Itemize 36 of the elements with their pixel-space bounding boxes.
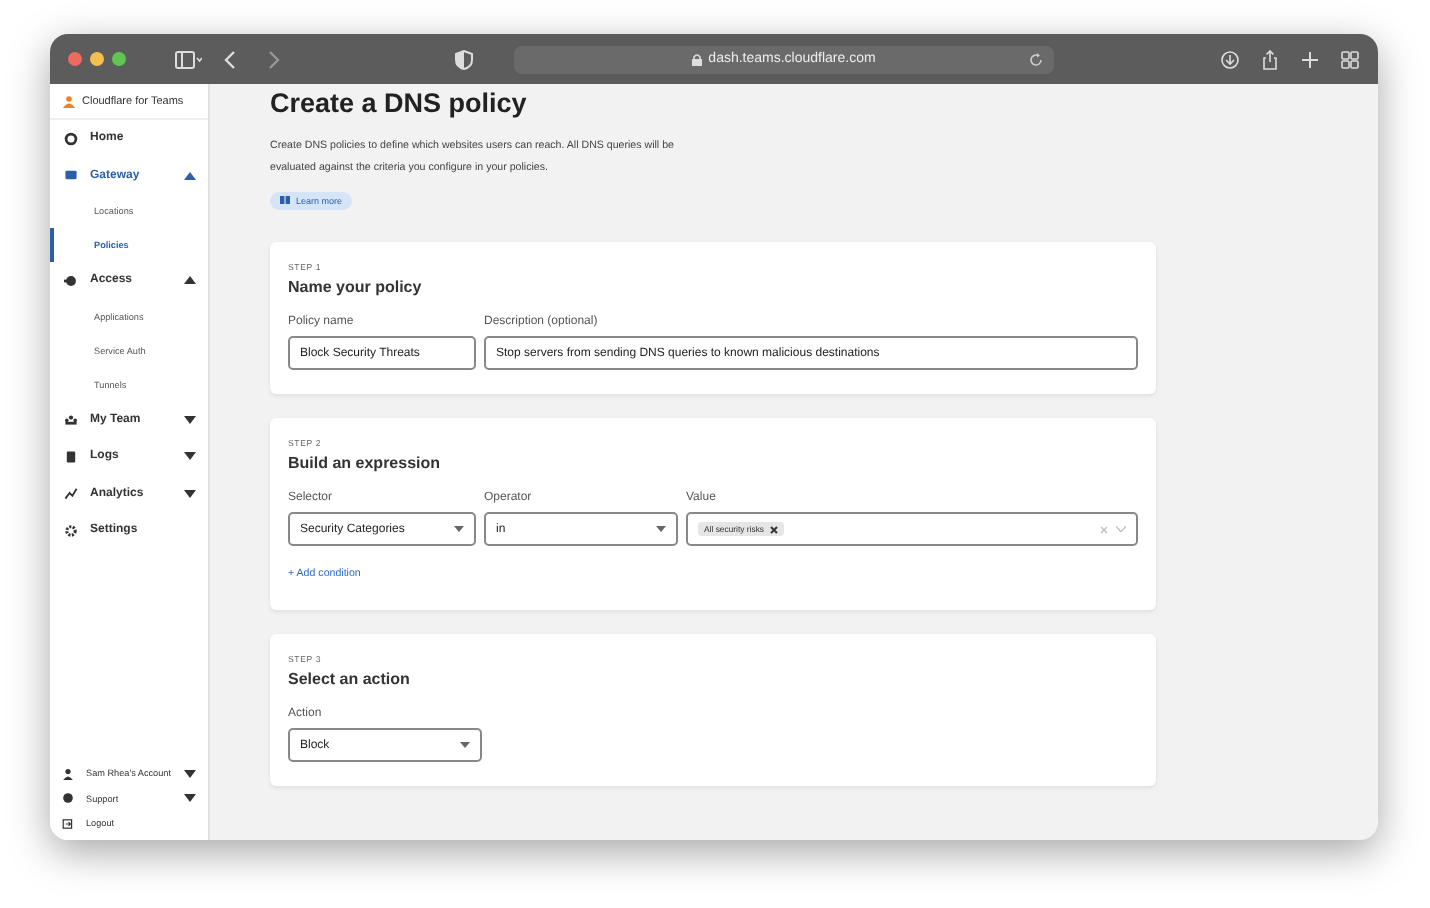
lock-icon [692,53,703,65]
reload-icon[interactable] [1028,51,1044,67]
share-icon[interactable] [1260,49,1280,69]
caret-icon[interactable] [184,276,196,285]
team-icon [64,412,78,427]
caret-icon[interactable] [184,489,196,498]
book-icon [280,196,290,204]
caret-icon [454,526,464,532]
logout-icon [62,817,74,830]
caret-icon [656,526,666,532]
settings-icon [64,523,78,538]
minimize-icon[interactable] [90,52,104,66]
home-icon [64,131,78,146]
shield-icon[interactable] [454,49,474,69]
tabs-icon[interactable] [1340,49,1360,69]
maximize-icon[interactable] [112,52,126,66]
step-title: Select an action [288,670,412,688]
download-icon[interactable] [1220,49,1240,69]
step-title: Name your policy [288,278,424,296]
person-icon [62,767,74,780]
gateway-icon [64,168,78,183]
caret-icon [184,769,196,778]
chart-icon [64,486,78,501]
step-title: Build an expression [288,454,443,472]
caret-icon[interactable] [184,171,196,180]
caret-icon[interactable] [184,452,196,461]
people-logo-icon [62,95,76,107]
caret-icon [184,794,196,803]
sidebar-icon[interactable] [174,49,202,69]
caret-icon[interactable] [184,415,196,424]
access-icon [64,273,78,288]
page-title: Create a DNS policy [270,88,529,118]
logs-icon [64,449,78,464]
plus-icon[interactable] [1300,49,1320,69]
remove-icon[interactable] [770,525,779,533]
caret-icon [460,742,470,748]
